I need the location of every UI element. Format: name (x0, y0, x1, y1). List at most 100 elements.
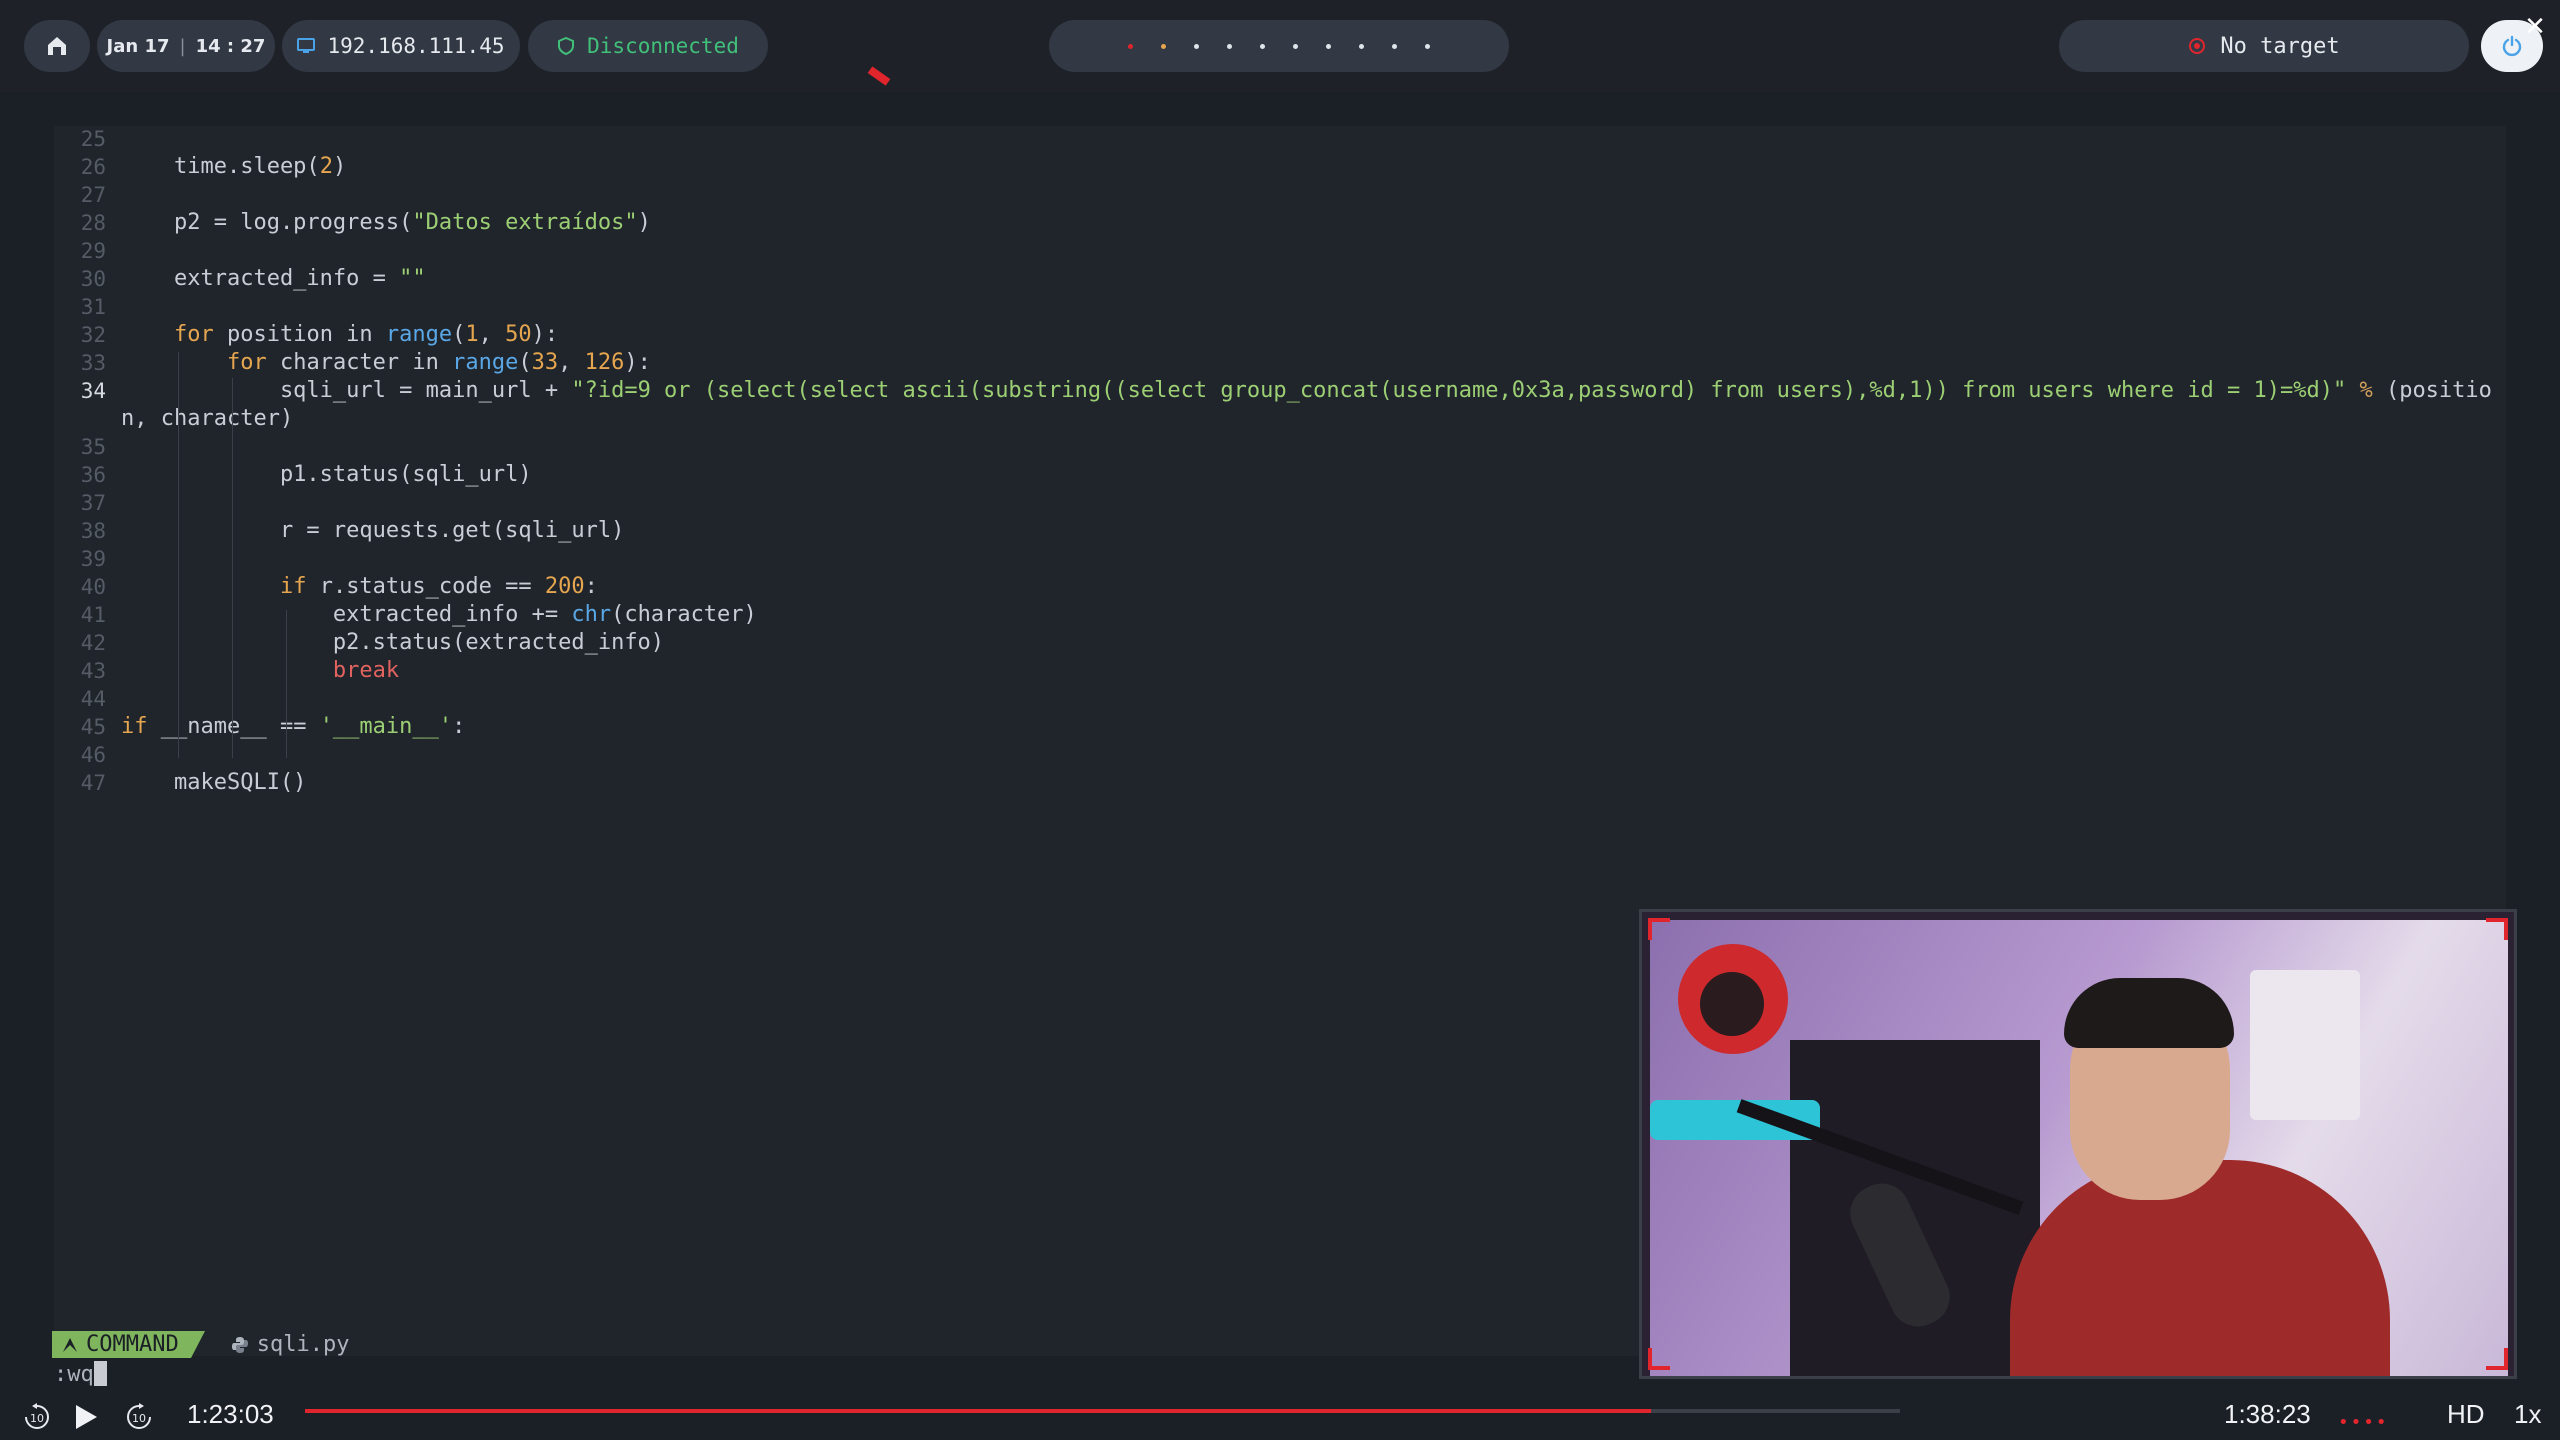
line-number: 29 (80, 239, 106, 263)
line-number: 33 (80, 351, 106, 375)
frame-corner (1648, 918, 1670, 940)
file-name: sqli.py (256, 1332, 350, 1357)
code-token: "Datos extraídos" (412, 210, 638, 235)
line-text: if r.status_code == 200: (121, 573, 598, 601)
code-token: __name__ == (147, 714, 320, 739)
mode-indicator: COMMAND (52, 1331, 191, 1358)
vpn-status-pill[interactable]: Disconnected (528, 20, 768, 72)
line-number: 36 (80, 463, 106, 487)
code-token: for (226, 350, 267, 375)
line-text: n, character) (121, 405, 293, 433)
code-token: p2 = log.progress( (121, 210, 413, 235)
line-number: 43 (80, 659, 106, 683)
line-number: 45 (80, 715, 106, 739)
code-token: ): (531, 322, 559, 347)
workspace-dot[interactable] (1293, 43, 1298, 49)
line-number: 44 (80, 687, 106, 711)
target-pill[interactable]: No target (2059, 20, 2469, 72)
code-token: extracted_info = (121, 266, 400, 291)
time-label: 14 : 27 (195, 35, 266, 57)
code-token: ( (518, 350, 532, 375)
webcam-overlay (1639, 909, 2517, 1379)
hacker-logo-icon (48, 37, 66, 55)
code-token: , (558, 350, 585, 375)
code-token: for (173, 322, 214, 347)
line-number: 35 (80, 435, 106, 459)
text-cursor (93, 1361, 107, 1386)
forward-10-button[interactable]: 10 (123, 1401, 155, 1433)
code-token: ): (624, 350, 651, 375)
close-icon[interactable]: ✕ (2518, 10, 2552, 44)
file-tab[interactable]: sqli.py (205, 1332, 350, 1357)
line-text: for position in range(1, 50): (121, 321, 558, 349)
rewind-10-button[interactable]: 10 (21, 1401, 53, 1433)
mode-label: COMMAND (86, 1332, 179, 1357)
line-text: p2 = log.progress("Datos extraídos") (121, 209, 651, 237)
person-hair (2064, 978, 2234, 1048)
code-token: 1 (465, 322, 479, 347)
workspace-dot[interactable] (1128, 43, 1133, 49)
indent-guide (286, 610, 287, 758)
datetime-separator: | (179, 35, 186, 57)
line-text: sqli_url = main_url + "?id=9 or (select(… (121, 377, 2492, 405)
workspace-dot[interactable] (1359, 43, 1364, 49)
svg-text:10: 10 (30, 1412, 44, 1425)
target-icon (2189, 38, 2206, 54)
code-token: % (2359, 378, 2373, 403)
line-text: for character in range(33, 126): (121, 349, 651, 377)
code-token: (character) (611, 602, 757, 627)
line-text: p1.status(sqli_url) (121, 461, 532, 489)
workspace-indicator[interactable] (1049, 20, 1509, 72)
line-number: 37 (80, 491, 106, 515)
elapsed-time: 1:23:03 (187, 1399, 274, 1429)
code-token: "?id=9 or (select(select ascii(substring… (571, 378, 2347, 403)
line-text: extracted_info += chr(character) (121, 601, 757, 629)
line-text: p2.status(extracted_info) (121, 629, 664, 657)
line-number: 31 (80, 295, 106, 319)
play-icon (76, 1405, 97, 1429)
workspace-dot[interactable] (1425, 43, 1430, 49)
webcam-video (1650, 920, 2508, 1376)
code-token: extracted_info += (121, 602, 572, 627)
code-token: character in (266, 350, 453, 375)
code-token: range (452, 350, 519, 375)
award-plaque (2250, 970, 2360, 1120)
line-text: if __name__ == '__main__': (121, 713, 465, 741)
ip-address-pill[interactable]: 192.168.111.45 (282, 20, 520, 72)
code-token: r = requests.get(sqli_url) (121, 518, 625, 543)
workspace-dot[interactable] (1392, 43, 1397, 49)
person-hoodie (2010, 1160, 2390, 1376)
code-token: if (279, 574, 307, 599)
total-time: 1:38:23 (2224, 1399, 2311, 1429)
home-button[interactable] (24, 20, 90, 72)
shield-icon (558, 37, 575, 55)
command-line[interactable]: :wq (54, 1361, 107, 1387)
top-bar: Jan 17 | 14 : 27 192.168.111.45 Disconne… (0, 0, 2560, 92)
workspace-dot[interactable] (1326, 43, 1331, 49)
workspace-dot[interactable] (1227, 43, 1232, 49)
frame-corner (2486, 1348, 2508, 1370)
svg-text:10: 10 (132, 1412, 146, 1425)
code-token: , (478, 322, 506, 347)
workspace-dot[interactable] (1194, 43, 1199, 49)
command-mode-icon (63, 1337, 77, 1352)
code-token: '__main__' (319, 714, 453, 739)
workspace-dot[interactable] (1260, 43, 1265, 49)
progress-bar[interactable] (305, 1409, 1900, 1413)
code-token: chr (571, 602, 612, 627)
play-button[interactable] (70, 1401, 102, 1433)
line-number: 42 (80, 631, 106, 655)
workspace-dot[interactable] (1161, 43, 1166, 49)
line-number: 40 (80, 575, 106, 599)
quality-button[interactable]: HD (2447, 1399, 2485, 1430)
more-options-icon[interactable]: •••• (2338, 1412, 2388, 1433)
line-text: time.sleep(2) (121, 153, 346, 181)
progress-fill (305, 1409, 1652, 1413)
code-token: position in (213, 322, 386, 347)
code-token: n, character) (121, 406, 294, 431)
code-token: r.status_code == (306, 574, 545, 599)
code-token: ) (332, 154, 347, 179)
playback-speed-button[interactable]: 1x (2514, 1399, 2541, 1430)
